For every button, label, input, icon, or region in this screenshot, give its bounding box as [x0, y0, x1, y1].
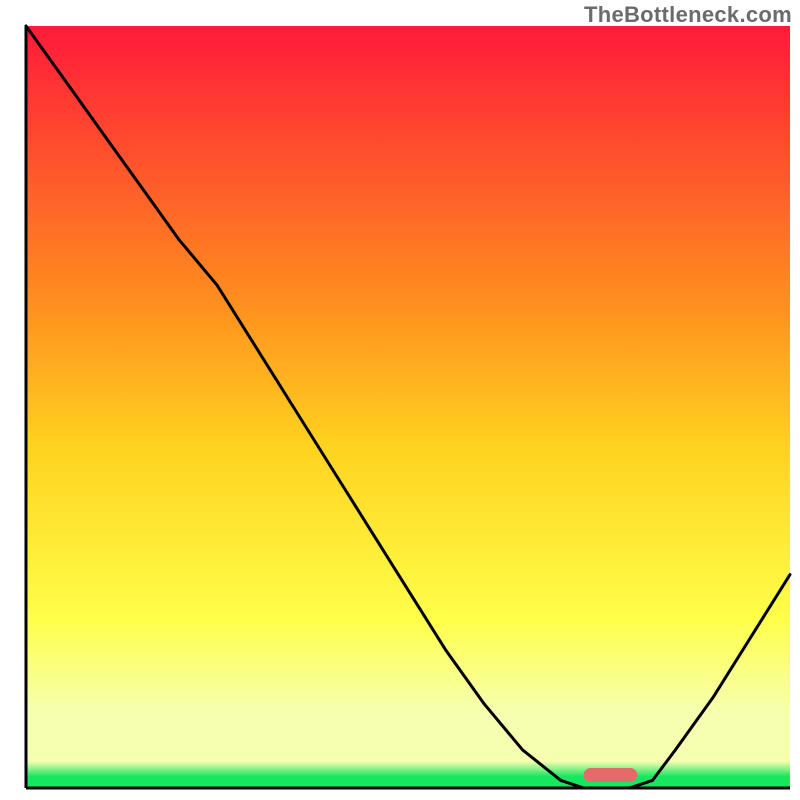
- gradient-background: [26, 26, 790, 788]
- bottleneck-chart: [0, 0, 800, 800]
- optimal-range-marker: [584, 768, 637, 782]
- chart-stage: TheBottleneck.com: [0, 0, 800, 800]
